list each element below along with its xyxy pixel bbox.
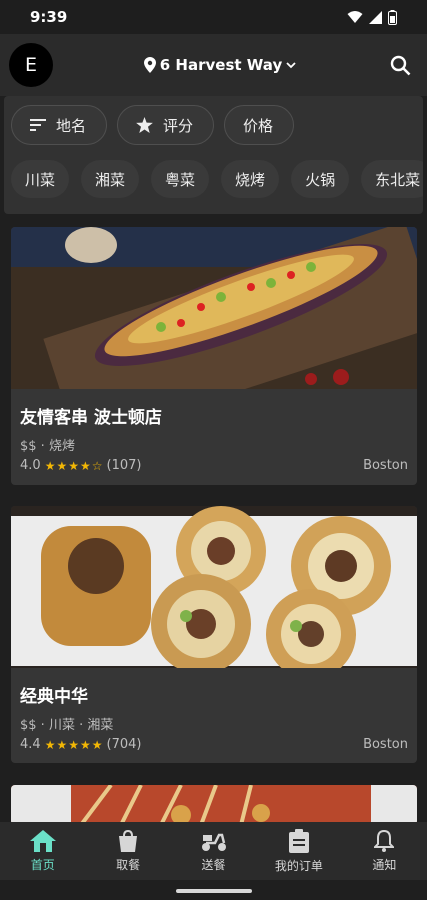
rating-stars: ★ ★ ★ ★ ☆ bbox=[45, 459, 103, 473]
location-selector[interactable]: 6 Harvest Way bbox=[53, 56, 387, 74]
restaurant-rating: 4.4 ★ ★ ★ ★ ★ (704) bbox=[20, 737, 141, 752]
restaurant-card[interactable] bbox=[11, 785, 417, 825]
review-count: (107) bbox=[106, 458, 142, 473]
cuisine-chip[interactable]: 湘菜 bbox=[81, 160, 140, 198]
nav-notifications[interactable]: 通知 bbox=[342, 822, 427, 880]
filter-chip-price[interactable]: 价格 bbox=[224, 105, 295, 145]
signal-icon bbox=[369, 10, 382, 24]
search-button[interactable] bbox=[387, 52, 413, 78]
star-icon: ★ bbox=[44, 458, 56, 473]
star-outline-icon: ☆ bbox=[91, 458, 103, 473]
star-icon: ★ bbox=[56, 458, 68, 473]
search-icon bbox=[390, 55, 410, 75]
cuisine-chip[interactable]: 川菜 bbox=[11, 160, 70, 198]
nav-home[interactable]: 首页 bbox=[0, 822, 85, 880]
nav-label: 取餐 bbox=[116, 857, 141, 872]
star-icon: ★ bbox=[68, 458, 79, 473]
home-indicator[interactable] bbox=[176, 889, 252, 893]
nav-label: 我的订单 bbox=[274, 858, 323, 873]
location-label: 6 Harvest Way bbox=[159, 56, 283, 74]
nav-orders[interactable]: 我的订单 bbox=[256, 822, 341, 880]
app-bar: E 6 Harvest Way bbox=[0, 34, 427, 96]
filter-chip-label: 地名 bbox=[56, 116, 87, 135]
cuisine-chip[interactable]: 烧烤 bbox=[221, 160, 280, 198]
restaurant-meta: $$ · 烧烤 bbox=[20, 439, 75, 454]
filter-chip-name[interactable]: 地名 bbox=[11, 105, 108, 145]
system-icons bbox=[347, 9, 397, 25]
filter-panel: 地名 评分 价格 川菜 湘菜 粤菜 烧烤 火锅 东北菜 bbox=[4, 96, 423, 214]
restaurant-card[interactable]: 经典中华 $$ · 川菜 · 湘菜 4.4 ★ ★ ★ ★ ★ (704) Boston bbox=[11, 506, 417, 763]
home-icon bbox=[29, 829, 56, 852]
primary-filter-row: 地名 评分 价格 bbox=[11, 105, 295, 145]
scooter-icon bbox=[201, 833, 226, 851]
chevron-down-icon bbox=[286, 61, 296, 68]
bottom-navigation: 首页 取餐 送餐 我的订单 通知 bbox=[0, 822, 427, 880]
pickup-bag-icon bbox=[119, 829, 138, 852]
filter-chip-rating[interactable]: 评分 bbox=[117, 105, 215, 145]
star-icon: ★ bbox=[56, 737, 68, 752]
review-count: (704) bbox=[106, 737, 142, 752]
restaurant-photo bbox=[11, 785, 417, 825]
rating-stars: ★ ★ ★ ★ ★ bbox=[45, 738, 103, 752]
star-icon: ★ bbox=[79, 737, 91, 752]
location-pin-icon bbox=[143, 57, 156, 73]
sort-icon bbox=[30, 119, 46, 131]
cuisine-filter-row: 川菜 湘菜 粤菜 烧烤 火锅 东北菜 bbox=[11, 160, 423, 198]
restaurant-meta: $$ · 川菜 · 湘菜 bbox=[20, 718, 114, 733]
star-icon: ★ bbox=[44, 737, 56, 752]
filter-chip-label: 评分 bbox=[163, 116, 194, 135]
gesture-bar bbox=[0, 880, 427, 900]
status-time: 9:39 bbox=[30, 8, 68, 26]
battery-icon bbox=[388, 9, 397, 25]
restaurant-photo bbox=[11, 506, 417, 668]
avatar[interactable]: E bbox=[9, 43, 53, 87]
star-icon: ★ bbox=[68, 737, 79, 752]
cuisine-chip[interactable]: 东北菜 bbox=[361, 160, 423, 198]
restaurant-photo bbox=[11, 227, 417, 389]
restaurant-rating: 4.0 ★ ★ ★ ★ ☆ (107) bbox=[20, 458, 141, 473]
star-half-icon: ★ bbox=[91, 737, 103, 752]
bell-icon bbox=[374, 829, 395, 852]
cuisine-chip[interactable]: 火锅 bbox=[291, 160, 350, 198]
nav-pickup[interactable]: 取餐 bbox=[85, 822, 170, 880]
nav-label: 通知 bbox=[372, 857, 397, 872]
restaurant-city: Boston bbox=[363, 737, 408, 752]
status-bar: 9:39 bbox=[0, 0, 427, 34]
restaurant-city: Boston bbox=[363, 458, 408, 473]
wifi-icon bbox=[347, 11, 363, 23]
rating-value: 4.0 bbox=[20, 458, 41, 473]
nav-delivery[interactable]: 送餐 bbox=[171, 822, 256, 880]
filter-chip-label: 价格 bbox=[243, 116, 274, 135]
nav-label: 首页 bbox=[30, 857, 55, 872]
clipboard-icon bbox=[288, 828, 309, 853]
cuisine-chip[interactable]: 粤菜 bbox=[151, 160, 210, 198]
rating-value: 4.4 bbox=[20, 737, 41, 752]
nav-label: 送餐 bbox=[201, 857, 226, 872]
star-icon bbox=[136, 117, 153, 133]
restaurant-name: 经典中华 bbox=[20, 687, 88, 707]
restaurant-card[interactable]: 友情客串 波士顿店 $$ · 烧烤 4.0 ★ ★ ★ ★ ☆ (107) Boston bbox=[11, 227, 417, 485]
restaurant-name: 友情客串 波士顿店 bbox=[20, 408, 162, 428]
star-icon: ★ bbox=[79, 458, 91, 473]
